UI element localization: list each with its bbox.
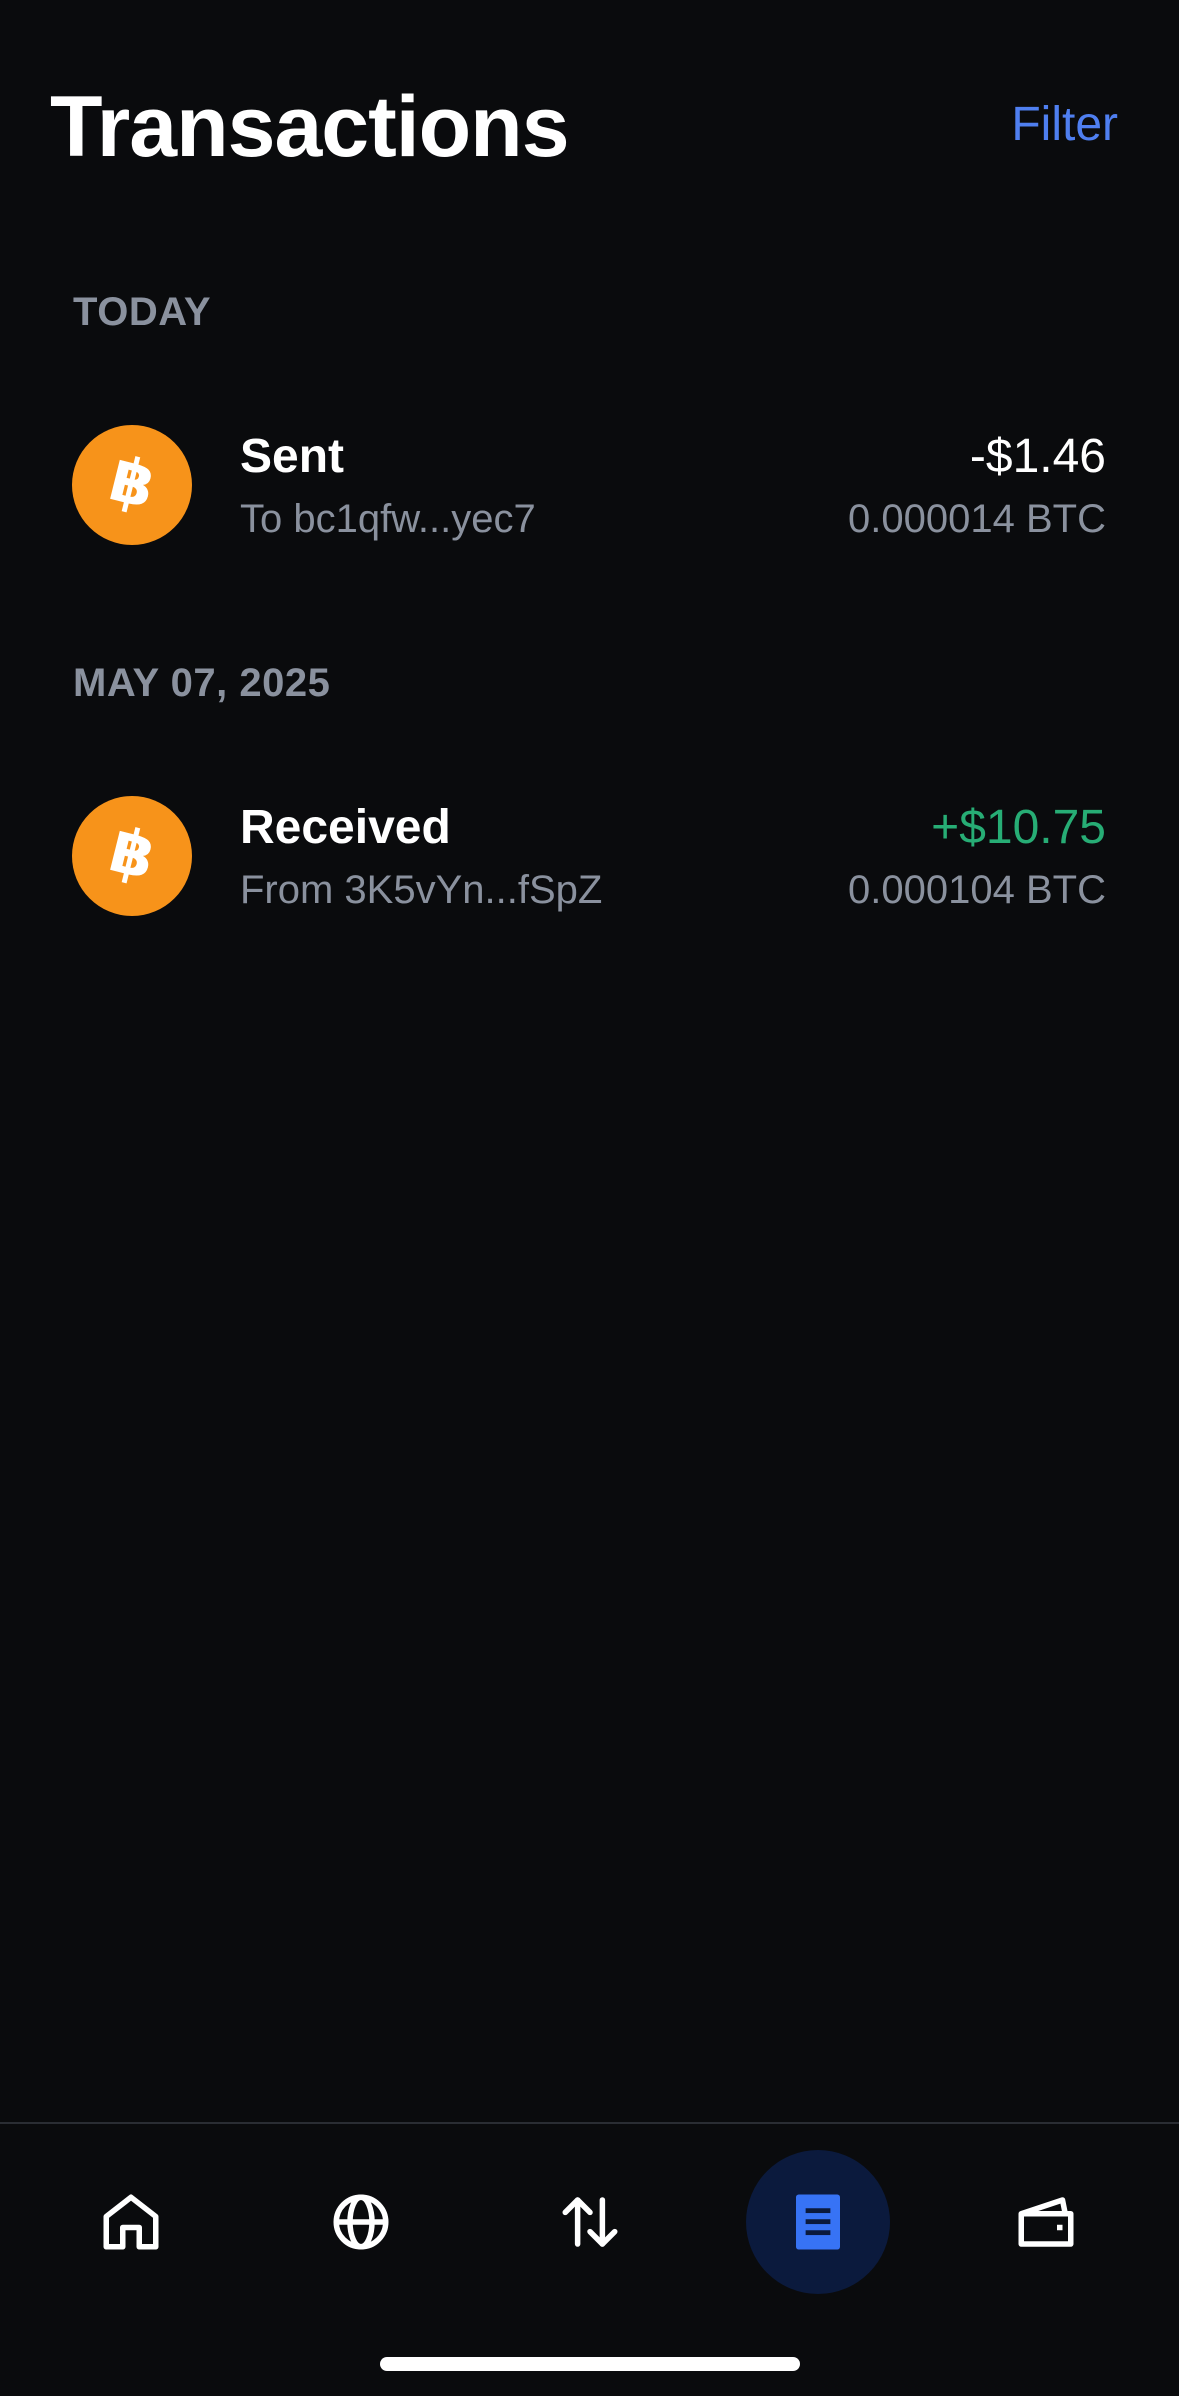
section-header-date: MAY 07, 2025 (73, 661, 331, 705)
transaction-counterparty: To bc1qfw...yec7 (240, 497, 536, 541)
swap-arrows-icon (562, 2197, 618, 2247)
home-icon (103, 2194, 159, 2250)
transaction-counterparty: From 3K5vYn...fSpZ (240, 868, 603, 912)
wallet-icon (1018, 2197, 1074, 2247)
svg-text:฿: ฿ (103, 445, 163, 523)
transactions-list-icon (796, 2194, 840, 2250)
transaction-fiat-amount: +$10.75 (931, 801, 1106, 854)
filter-button[interactable]: Filter (1011, 92, 1118, 158)
transaction-type: Sent (240, 430, 345, 483)
bottom-nav (0, 2122, 1179, 2396)
transaction-type: Received (240, 801, 451, 854)
bitcoin-icon: ฿ (72, 425, 192, 545)
bitcoin-icon: ฿ (72, 796, 192, 916)
transaction-crypto-amount: 0.000014 BTC (848, 497, 1106, 541)
home-indicator[interactable] (380, 2357, 800, 2371)
header: Transactions Filter (0, 0, 1179, 220)
transaction-row-received[interactable]: ฿ Received From 3K5vYn...fSpZ +$10.75 0.… (0, 766, 1179, 946)
svg-text:฿: ฿ (103, 816, 163, 894)
transaction-row-sent[interactable]: ฿ Sent To bc1qfw...yec7 -$1.46 0.000014 … (0, 395, 1179, 575)
page-title: Transactions (50, 79, 570, 175)
transaction-crypto-amount: 0.000104 BTC (848, 868, 1106, 912)
transaction-fiat-amount: -$1.46 (969, 430, 1106, 483)
nav-explore[interactable] (289, 2150, 433, 2294)
nav-transactions[interactable] (746, 2150, 890, 2294)
section-header-today: TODAY (73, 290, 212, 334)
nav-trade[interactable] (518, 2150, 662, 2294)
globe-icon (333, 2194, 389, 2250)
nav-assets[interactable] (974, 2150, 1118, 2294)
nav-home[interactable] (59, 2150, 203, 2294)
